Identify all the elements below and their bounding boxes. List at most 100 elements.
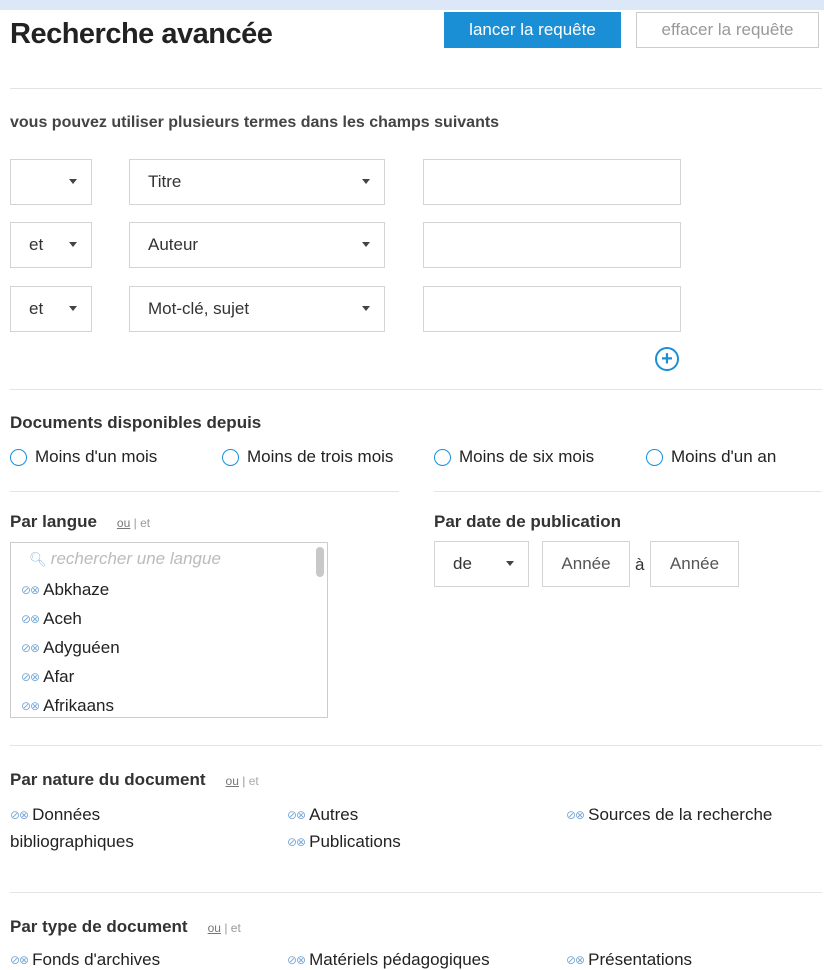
run-query-button[interactable]: lancer la requête [444,12,621,48]
chevron-down-icon [362,179,370,184]
option-label: Présentations [588,950,693,969]
option-label: Autres [309,805,359,824]
search-icon: 🔍︎ [29,550,47,567]
scrollbar[interactable] [316,547,324,577]
field-select-3[interactable]: Mot-clé, sujet [129,286,385,332]
field-select-1[interactable]: Titre [129,159,385,205]
include-exclude-icon[interactable]: ⊘⊗ [21,641,40,655]
include-exclude-icon[interactable]: ⊘⊗ [287,808,306,822]
language-list[interactable]: 🔍︎ rechercher une langue ⊘⊗ Abkhaze ⊘⊗ A… [10,542,328,718]
divider [10,88,822,89]
year-from-input[interactable]: Année [542,541,630,587]
clear-query-button[interactable]: effacer la requête [636,12,819,48]
include-exclude-icon[interactable]: ⊘⊗ [21,612,40,626]
include-exclude-icon[interactable]: ⊘⊗ [21,583,40,597]
radio-icon [10,448,27,466]
option-label: Publications [309,832,401,851]
language-header: Par langue ou | et [10,512,150,532]
include-exclude-icon[interactable]: ⊘⊗ [287,835,306,849]
nature-header: Par nature du document ou | et [10,770,259,790]
pubdate-title: Par date de publication [434,512,622,531]
radio-icon [646,448,663,466]
date-mode-select[interactable]: de [434,541,529,587]
chevron-down-icon [69,306,77,311]
nature-option-sources[interactable]: ⊘⊗ Sources de la recherche [566,805,772,825]
logic-et-link[interactable]: et [231,921,241,935]
radio-less-than-six-months[interactable]: Moins de six mois [434,447,594,467]
chevron-down-icon [362,242,370,247]
logic-separator: | [224,921,228,935]
list-item[interactable]: ⊘⊗ Afrikaans [21,696,114,716]
list-item[interactable]: ⊘⊗ Afar [21,667,74,687]
nature-option-donnees[interactable]: ⊘⊗ Données [10,805,100,825]
language-label: Abkhaze [43,580,110,599]
radio-label: Moins de trois mois [247,447,394,466]
radio-less-than-three-months[interactable]: Moins de trois mois [222,447,393,467]
plus-circle-icon[interactable]: + [655,347,679,371]
nature-option-donnees-continued: bibliographiques [10,832,134,852]
doctype-option-materiels[interactable]: ⊘⊗ Matériels pédagogiques [287,950,490,970]
field-value: Mot-clé, sujet [148,299,250,318]
language-search-input[interactable]: 🔍︎ rechercher une langue [29,549,221,569]
operator-value: et [29,235,44,254]
include-exclude-icon[interactable]: ⊘⊗ [566,808,585,822]
doctype-option-fonds[interactable]: ⊘⊗ Fonds d'archives [10,950,160,970]
doctype-option-presentations[interactable]: ⊘⊗ Présentations [566,950,692,970]
language-logic-toggle: ou | et [117,516,150,530]
nature-title: Par nature du document [10,770,206,789]
logic-et-link[interactable]: et [140,516,150,530]
chevron-down-icon [69,179,77,184]
include-exclude-icon[interactable]: ⊘⊗ [21,670,40,684]
chevron-down-icon [506,561,514,566]
page-title: Recherche avancée [10,18,273,50]
date-to-label: à [635,555,645,574]
include-exclude-icon[interactable]: ⊘⊗ [10,808,29,822]
divider [10,491,399,492]
doctype-title: Par type de document [10,917,188,936]
option-label: Matériels pédagogiques [309,950,490,969]
language-label: Afrikaans [43,696,114,715]
advanced-search-page: Recherche avancée lancer la requête effa… [0,10,824,970]
include-exclude-icon[interactable]: ⊘⊗ [287,953,306,967]
search-term-input-1[interactable] [423,159,681,205]
nature-option-autres[interactable]: ⊘⊗ Autres [287,805,358,825]
availability-title: Documents disponibles depuis [10,413,262,432]
radio-less-than-year[interactable]: Moins d'un an [646,447,776,467]
operator-select-1[interactable] [10,159,92,205]
logic-ou-link[interactable]: ou [226,774,239,788]
list-item[interactable]: ⊘⊗ Abkhaze [21,580,109,600]
doctype-header: Par type de document ou | et [10,917,241,937]
divider [434,491,821,492]
language-label: Afar [43,667,75,686]
include-exclude-icon[interactable]: ⊘⊗ [566,953,585,967]
include-exclude-icon[interactable]: ⊘⊗ [21,699,40,713]
language-title: Par langue [10,512,97,531]
language-label: Adyguéen [43,638,120,657]
field-select-2[interactable]: Auteur [129,222,385,268]
option-label: bibliographiques [10,832,134,851]
logic-ou-link[interactable]: ou [117,516,130,530]
search-term-input-3[interactable] [423,286,681,332]
radio-icon [434,448,451,466]
search-instructions: vous pouvez utiliser plusieurs termes da… [10,114,500,131]
list-item[interactable]: ⊘⊗ Aceh [21,609,82,629]
logic-et-link[interactable]: et [249,774,259,788]
include-exclude-icon[interactable]: ⊘⊗ [10,953,29,967]
date-mode-value: de [453,554,472,573]
field-value: Titre [148,172,182,191]
list-item[interactable]: ⊘⊗ Adyguéen [21,638,120,658]
operator-select-3[interactable]: et [10,286,92,332]
radio-less-than-month[interactable]: Moins d'un mois [10,447,157,467]
search-term-input-2[interactable] [423,222,681,268]
logic-separator: | [133,516,137,530]
logic-ou-link[interactable]: ou [208,921,221,935]
operator-value: et [29,299,44,318]
year-to-input[interactable]: Année [650,541,739,587]
option-label: Données [32,805,101,824]
doctype-logic-toggle: ou | et [208,921,241,935]
radio-icon [222,448,239,466]
operator-select-2[interactable]: et [10,222,92,268]
nature-option-publications[interactable]: ⊘⊗ Publications [287,832,401,852]
logic-separator: | [242,774,246,788]
language-search-placeholder: rechercher une langue [50,549,221,568]
